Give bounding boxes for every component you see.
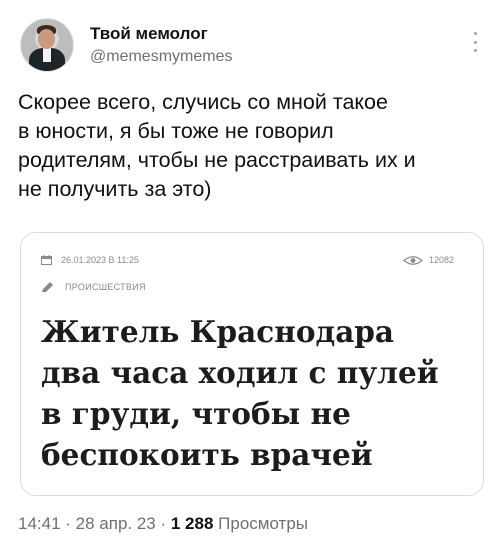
tweet-line: родителям, чтобы не расстраивать их и — [18, 148, 416, 172]
headline-line: беспокоить врачей — [41, 437, 373, 472]
tweet-header: Твой мемолог @memesmymemes — [20, 18, 480, 74]
author-handle[interactable]: @memesmymemes — [90, 48, 232, 66]
eye-icon — [403, 256, 423, 265]
author-name[interactable]: Твой мемолог — [90, 24, 208, 44]
more-vertical-icon[interactable] — [472, 32, 478, 52]
article-date: 26.01.2023 В 11:25 — [61, 255, 139, 265]
article-views: 12082 — [429, 255, 455, 265]
views-label: Просмотры — [213, 514, 309, 533]
attached-image-card[interactable]: 26.01.2023 В 11:25 12082 ПРОИСШЕСТВИЯ Жи… — [20, 232, 484, 496]
headline-line: Житель Краснодара — [41, 314, 395, 349]
separator: · — [155, 514, 171, 533]
article-headline: Житель Краснодара два часа ходил с пулей… — [41, 311, 471, 475]
separator: · — [60, 514, 76, 533]
views-count: 1 288 — [170, 514, 214, 533]
calendar-icon — [41, 255, 52, 265]
headline-line: в груди, чтобы не — [41, 396, 351, 431]
tweet-line: не получить за это) — [18, 177, 212, 201]
tweet-line: в юности, я бы тоже не говорил — [18, 119, 334, 143]
article-category: ПРОИСШЕСТВИЯ — [65, 282, 146, 292]
tweet-text: Скорее всего, случись со мной такое в юн… — [18, 88, 483, 204]
pen-icon — [42, 282, 53, 292]
headline-line: два часа ходил с пулей — [41, 355, 439, 390]
tweet-footer: 14:41 · 28 апр. 23 · 1 288 Просмотры — [18, 514, 308, 534]
tweet-time[interactable]: 14:41 — [18, 514, 61, 533]
article-meta: 26.01.2023 В 11:25 12082 — [41, 253, 461, 269]
tweet-date[interactable]: 28 апр. 23 — [76, 514, 156, 533]
tweet-line: Скорее всего, случись со мной такое — [18, 90, 388, 114]
avatar[interactable] — [20, 18, 74, 72]
